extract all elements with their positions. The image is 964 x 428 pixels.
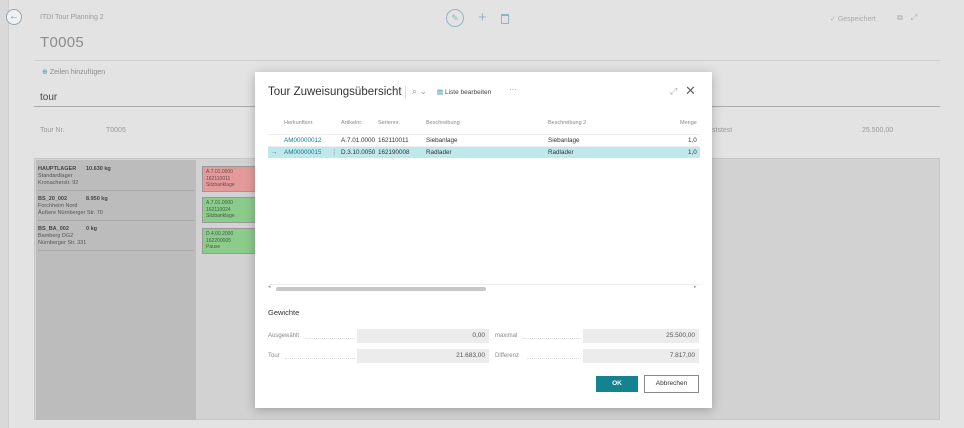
location-weight: 0 kg xyxy=(86,226,98,232)
location-item[interactable]: BS_BA_002 0 kg Bamberg DG2 Nürnberger St… xyxy=(38,226,194,251)
divider xyxy=(34,60,940,61)
ok-button[interactable]: OK xyxy=(596,376,638,392)
column-header-item[interactable]: Artikelnr. xyxy=(341,120,362,126)
record-actions: ✎ + xyxy=(446,9,509,27)
assignment-card[interactable]: D.4.00.2000 162200005 Pause xyxy=(202,228,256,254)
location-weight: 10.630 kg xyxy=(86,166,111,172)
label-leader xyxy=(305,333,355,339)
origin-link[interactable]: AM00000015 xyxy=(284,147,321,159)
description-2-cell: Radlader xyxy=(548,149,574,156)
dialog-title: Tour Zuweisungsübersicht xyxy=(268,86,402,98)
location-name: HAUPTLAGER xyxy=(38,166,77,172)
max-value: 25.500,00 xyxy=(583,329,699,343)
assignment-card[interactable]: A.7.01.0000 162110024 Sitzbanklage xyxy=(202,197,256,223)
edit-pencil-icon[interactable]: ✎ xyxy=(446,9,464,27)
location-line-2: Kronacherstr. 92 xyxy=(38,180,79,186)
card-line: Sitzbanklage xyxy=(206,182,235,188)
edit-list-label: Liste bearbeiten xyxy=(444,89,492,96)
item-cell: D.3.10.0050 xyxy=(341,149,376,156)
close-icon[interactable]: ✕ xyxy=(685,83,696,99)
table-row[interactable]: AM00000012 A.7.01.0000 162110011 Siebanl… xyxy=(268,134,700,146)
scrollbar-thumb[interactable] xyxy=(276,287,486,291)
horizontal-scrollbar[interactable]: ◂ ▸ xyxy=(268,284,700,291)
quantity-cell: 1,0 xyxy=(688,149,697,156)
column-header-quantity[interactable]: Menge xyxy=(680,120,697,126)
grid-header: Herkunftsnr. Artikelnr. Seriennr. Beschr… xyxy=(268,120,700,134)
tour-label: Tour xyxy=(268,353,280,359)
breadcrumb: ITDI Tour Planning 2 xyxy=(40,14,104,21)
location-line-1: Forchheim Nord xyxy=(38,203,78,209)
divider xyxy=(405,86,406,99)
location-name: BS_BA_002 xyxy=(38,226,69,232)
tourno-value: T0005 xyxy=(106,127,126,134)
serial-cell: 162190008 xyxy=(378,149,410,156)
expand-icon[interactable]: ⤢ xyxy=(911,13,925,22)
edit-list-button[interactable]: ▤ Liste bearbeiten xyxy=(437,88,491,96)
location-item[interactable]: BS_20_002 8.950 kg Forchheim Nord Äußere… xyxy=(38,196,194,221)
selected-value: 0,00 xyxy=(357,329,489,343)
description-cell: Radlader xyxy=(426,149,452,156)
capacity-value: 25.500,00 xyxy=(862,127,894,134)
back-arrow-icon[interactable]: ← xyxy=(6,9,22,25)
section-heading: tour xyxy=(40,92,58,103)
tour-value: 21.683,00 xyxy=(357,349,489,363)
scroll-right-icon[interactable]: ▸ xyxy=(694,284,697,290)
location-item[interactable]: HAUPTLAGER 10.630 kg Standardlager Krona… xyxy=(38,166,194,191)
location-line-2: Äußere Nürnberger Str. 70 xyxy=(38,210,103,216)
add-lines-action[interactable]: ⊕ Zeilen hinzufügen xyxy=(42,68,105,76)
location-line-1: Bamberg DG2 xyxy=(38,233,74,239)
selected-label: Ausgewählt xyxy=(268,333,300,339)
assignment-grid: Herkunftsnr. Artikelnr. Seriennr. Beschr… xyxy=(268,120,700,158)
column-header-origin[interactable]: Herkunftsnr. xyxy=(284,120,314,126)
record-title: T0005 xyxy=(40,34,85,51)
location-line-2: Nürnberger Str. 331 xyxy=(38,240,87,246)
capacity-label: ststest xyxy=(712,127,733,134)
difference-label: Differenz xyxy=(495,353,519,359)
column-header-serial[interactable]: Seriennr. xyxy=(378,120,400,126)
expand-icon[interactable]: ⤢ xyxy=(670,86,677,97)
location-weight: 8.950 kg xyxy=(86,196,108,202)
location-name: BS_20_002 xyxy=(38,196,68,202)
saved-status-text: Gespeichert xyxy=(837,16,876,23)
scroll-left-icon[interactable]: ◂ xyxy=(268,284,271,290)
weights-section-title: Gewichte xyxy=(268,308,300,317)
label-leader xyxy=(285,353,355,359)
label-leader xyxy=(523,333,581,339)
row-selector-arrow-icon: → xyxy=(271,149,278,156)
saved-status: ✓ Gespeichert xyxy=(830,16,876,23)
label-leader xyxy=(527,353,581,359)
difference-value: 7.817,00 xyxy=(583,349,699,363)
column-header-description[interactable]: Beschreibung xyxy=(426,120,460,126)
table-row-selected[interactable]: → AM00000015 ⋮ D.3.10.0050 162190008 Rad… xyxy=(268,146,700,158)
open-new-window-icon[interactable]: ⧉ xyxy=(897,13,911,22)
search-icon[interactable]: ⌕ ⌄ xyxy=(412,86,427,97)
new-plus-icon[interactable]: + xyxy=(478,9,487,27)
tour-assignment-dialog: Tour Zuweisungsübersicht ⌕ ⌄ ▤ Liste bea… xyxy=(255,72,712,408)
card-line: Sitzbanklage xyxy=(206,213,235,219)
row-menu-icon[interactable]: ⋮ xyxy=(331,147,337,159)
add-icon: ⊕ xyxy=(42,69,48,76)
delete-trash-icon[interactable] xyxy=(500,14,509,24)
more-options-icon[interactable]: ··· xyxy=(509,85,517,94)
cancel-button[interactable]: Abbrechen xyxy=(644,375,699,393)
tourno-label: Tour Nr. xyxy=(40,127,65,134)
location-line-1: Standardlager xyxy=(38,173,73,179)
add-lines-label: Zeilen hinzufügen xyxy=(49,69,106,76)
window-icons: ⧉⤢ xyxy=(897,13,925,23)
assignment-card[interactable]: A.7.01.0000 162110011 Sitzbanklage xyxy=(202,166,256,192)
column-header-description-2[interactable]: Beschreibung 2 xyxy=(548,120,586,126)
max-label: maximal xyxy=(495,333,518,339)
card-line: Pause xyxy=(206,244,221,250)
edit-list-icon: ▤ xyxy=(437,89,444,96)
